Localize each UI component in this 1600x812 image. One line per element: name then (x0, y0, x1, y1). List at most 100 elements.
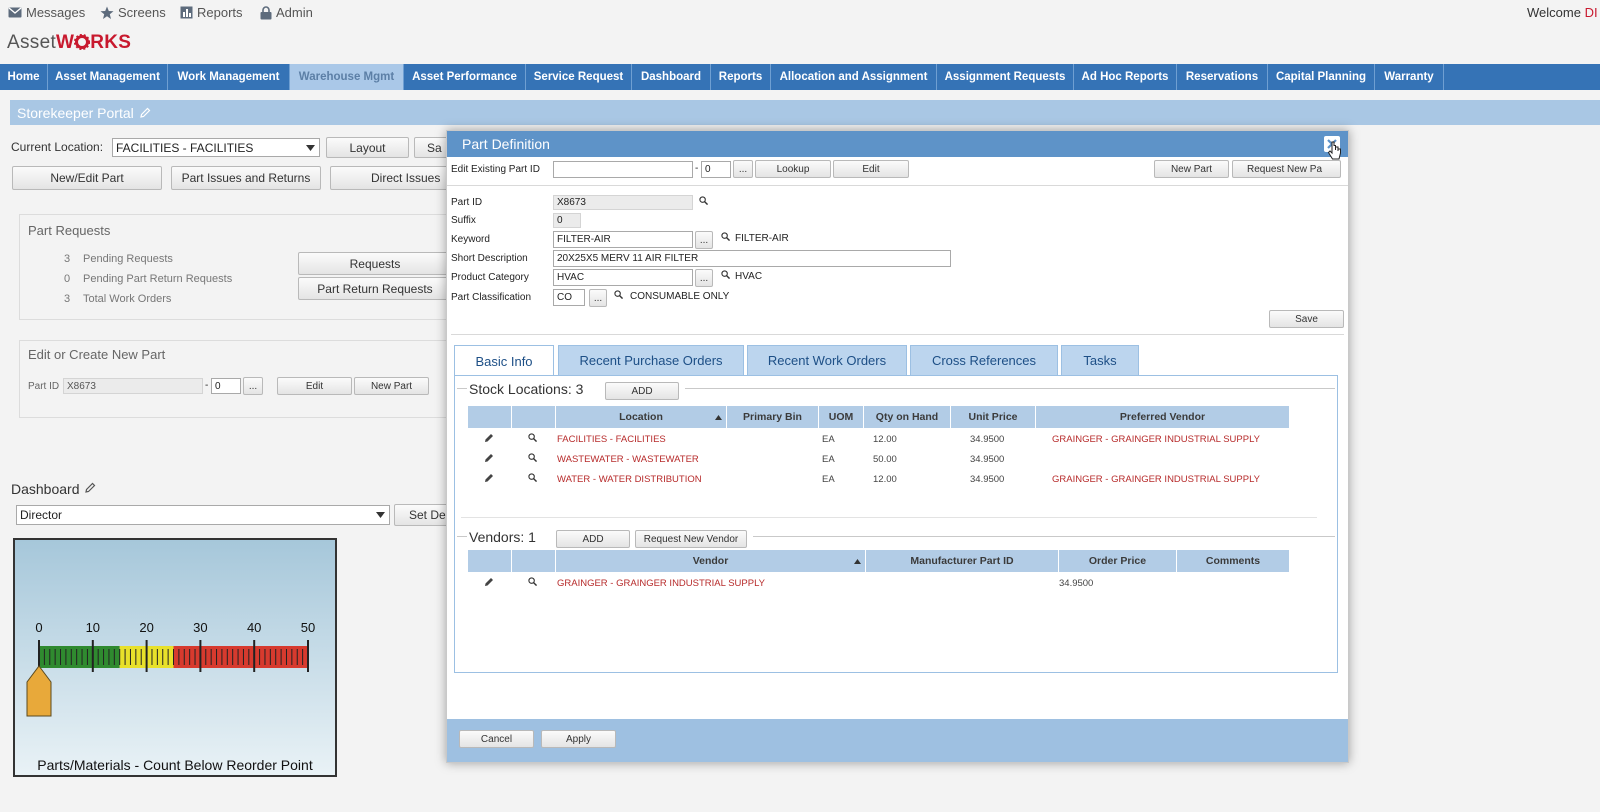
layout-button[interactable]: Layout (326, 137, 409, 158)
screens-link[interactable]: Screens (100, 5, 166, 20)
nav-reservations[interactable]: Reservations (1177, 64, 1268, 90)
part-id-input[interactable]: X8673 (553, 195, 693, 210)
nav-warehouse-mgmt[interactable]: Warehouse Mgmt (290, 64, 404, 90)
search-icon[interactable] (528, 453, 537, 462)
cancel-button[interactable]: Cancel (459, 730, 534, 748)
short-description-label: Short Description (451, 253, 528, 264)
search-icon[interactable] (614, 290, 623, 299)
messages-link[interactable]: Messages (8, 5, 85, 20)
stock-location[interactable]: FACILITIES - FACILITIES (557, 434, 666, 445)
stock-col-unit-price[interactable]: Unit Price (951, 406, 1036, 428)
dashboard-select[interactable]: Director (16, 505, 390, 525)
stock-vendor[interactable]: GRAINGER - GRAINGER INDUSTRIAL SUPPLY (1052, 434, 1260, 445)
edit-create-new-part-button[interactable]: New Part (354, 377, 429, 395)
tab-cross-references[interactable]: Cross References (910, 345, 1058, 375)
part-classification-dots-button[interactable]: ... (589, 289, 607, 307)
stock-col-uom[interactable]: UOM (819, 406, 864, 428)
stock-qty: 12.00 (873, 434, 897, 445)
edit-create-lookup-dots[interactable]: ... (243, 377, 263, 395)
save-button[interactable]: Save (1269, 310, 1344, 328)
dashboard-edit-pencil-icon[interactable] (84, 482, 96, 494)
gauge-band-green (39, 646, 120, 668)
request-new-part-button[interactable]: Request New Pa (1232, 160, 1341, 178)
keyword-dots-button[interactable]: ... (695, 231, 713, 249)
stock-col-primary-bin[interactable]: Primary Bin (727, 406, 819, 428)
search-icon[interactable] (528, 433, 537, 442)
tab-basic-info[interactable]: Basic Info (454, 345, 554, 377)
tab-recent-work-orders[interactable]: Recent Work Orders (747, 345, 907, 375)
stock-header-location: Location (619, 411, 663, 423)
tab-tasks[interactable]: Tasks (1061, 345, 1139, 375)
search-icon[interactable] (528, 473, 537, 482)
vendor-name[interactable]: GRAINGER - GRAINGER INDUSTRIAL SUPPLY (557, 578, 765, 589)
direct-issues-button[interactable]: Direct Issues (330, 166, 454, 190)
stock-col-preferred-vendor[interactable]: Preferred Vendor (1036, 406, 1290, 428)
edit-existing-suffix-input[interactable]: 0 (701, 161, 731, 178)
vendor-col-mfr-part-id[interactable]: Manufacturer Part ID (866, 550, 1059, 572)
nav-service-request[interactable]: Service Request (526, 64, 632, 90)
set-default-button[interactable]: Set De (394, 504, 454, 526)
search-icon[interactable] (721, 270, 730, 279)
nav-reports[interactable]: Reports (711, 64, 771, 90)
edit-create-suffix-input[interactable]: 0 (211, 378, 241, 394)
section-line (685, 388, 1335, 389)
edit-pencil-icon[interactable] (484, 453, 494, 463)
product-category-dots-button[interactable]: ... (695, 269, 713, 287)
short-description-input[interactable]: 20X25X5 MERV 11 AIR FILTER (553, 250, 951, 267)
edit-create-edit-button[interactable]: Edit (277, 377, 352, 395)
nav-home[interactable]: Home (0, 64, 48, 90)
nav-capital-planning[interactable]: Capital Planning (1268, 64, 1375, 90)
search-icon[interactable] (528, 577, 537, 586)
modal-edit-button[interactable]: Edit (833, 160, 909, 178)
part-requests-title: Part Requests (28, 223, 111, 238)
part-return-requests-button[interactable]: Part Return Requests (298, 277, 452, 300)
welcome-text: Welcome DI (1527, 5, 1598, 20)
new-part-button[interactable]: New Part (1154, 160, 1229, 178)
nav-warranty[interactable]: Warranty (1375, 64, 1444, 90)
vendor-col-order-price[interactable]: Order Price (1059, 550, 1177, 572)
reports-link[interactable]: Reports (180, 5, 243, 20)
stock-uom: EA (822, 474, 835, 485)
gauge-tick-label: 30 (193, 620, 207, 635)
vendor-col-comments[interactable]: Comments (1177, 550, 1290, 572)
search-icon[interactable] (721, 232, 730, 241)
nav-assignment-requests[interactable]: Assignment Requests (937, 64, 1074, 90)
nav-allocation-assignment[interactable]: Allocation and Assignment (771, 64, 937, 90)
edit-pencil-icon[interactable] (484, 473, 494, 483)
lookup-button[interactable]: Lookup (755, 160, 831, 178)
tab-recent-purchase-orders[interactable]: Recent Purchase Orders (558, 345, 744, 375)
stock-add-button[interactable]: ADD (605, 382, 679, 400)
part-classification-input[interactable]: CO (553, 289, 585, 306)
nav-asset-management[interactable]: Asset Management (48, 64, 168, 90)
edit-existing-part-input[interactable] (553, 161, 693, 178)
nav-dashboard[interactable]: Dashboard (632, 64, 711, 90)
logo-part3: RKS (90, 32, 132, 53)
search-icon[interactable] (699, 196, 708, 205)
vendor-col-vendor[interactable]: Vendor (556, 550, 866, 572)
current-location-select[interactable]: FACILITIES - FACILITIES (112, 138, 320, 157)
stock-location[interactable]: WATER - WATER DISTRIBUTION (557, 474, 702, 485)
edit-pencil-icon[interactable] (484, 577, 494, 587)
request-new-vendor-button[interactable]: Request New Vendor (635, 530, 747, 548)
part-issues-returns-button[interactable]: Part Issues and Returns (171, 166, 321, 190)
stock-col-qty[interactable]: Qty on Hand (864, 406, 951, 428)
nav-ad-hoc-reports[interactable]: Ad Hoc Reports (1074, 64, 1177, 90)
edit-existing-dots-button[interactable]: ... (733, 160, 753, 178)
apply-button[interactable]: Apply (541, 730, 616, 748)
suffix-input[interactable]: 0 (553, 213, 581, 228)
nav-asset-performance[interactable]: Asset Performance (404, 64, 526, 90)
edit-pencil-icon[interactable] (139, 107, 151, 119)
edit-pencil-icon[interactable] (484, 433, 494, 443)
new-edit-part-button[interactable]: New/Edit Part (12, 166, 162, 190)
stock-col-location[interactable]: Location (556, 406, 727, 428)
stock-location[interactable]: WASTEWATER - WASTEWATER (557, 454, 699, 465)
pending-return-label: Pending Part Return Requests (83, 273, 233, 285)
admin-link[interactable]: Admin (260, 5, 313, 20)
requests-button[interactable]: Requests (298, 252, 452, 275)
keyword-input[interactable]: FILTER-AIR (553, 231, 693, 248)
stock-vendor[interactable]: GRAINGER - GRAINGER INDUSTRIAL SUPPLY (1052, 474, 1260, 485)
nav-work-management[interactable]: Work Management (168, 64, 290, 90)
vendors-add-button[interactable]: ADD (556, 530, 630, 548)
edit-create-part-id-input[interactable]: X8673 (63, 378, 203, 394)
product-category-input[interactable]: HVAC (553, 269, 693, 286)
